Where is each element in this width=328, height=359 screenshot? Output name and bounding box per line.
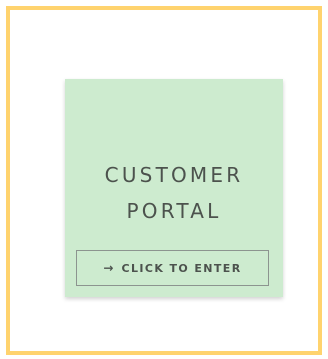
click-to-enter-button[interactable]: → CLICK TO ENTER [76,250,269,286]
arrow-right-icon: → [103,261,114,275]
portal-title-line-2: PORTAL [126,199,222,223]
portal-frame: CUSTOMER PORTAL → CLICK TO ENTER [6,6,322,355]
click-to-enter-label: CLICK TO ENTER [121,261,242,275]
portal-title: CUSTOMER PORTAL [65,157,283,229]
customer-portal-card: CUSTOMER PORTAL → CLICK TO ENTER [65,79,283,297]
portal-title-line-1: CUSTOMER [104,163,244,187]
